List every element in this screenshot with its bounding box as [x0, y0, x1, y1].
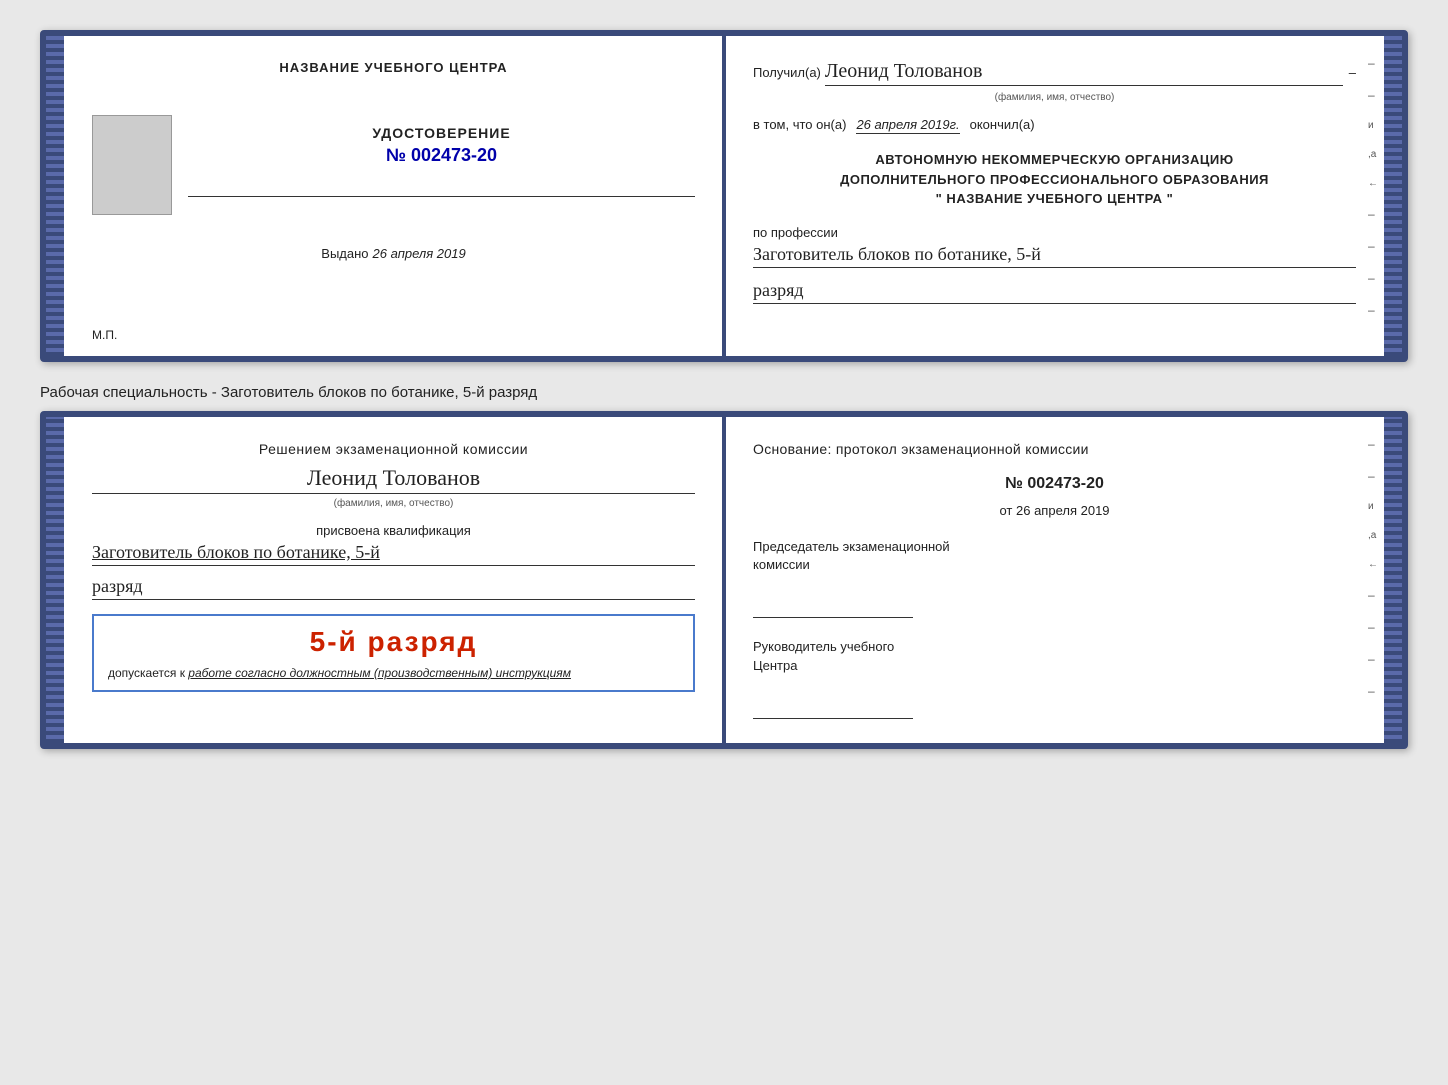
stamp-box: 5-й разряд допускается к работе согласно… [92, 614, 695, 692]
prisvoena-label: присвоена квалификация [92, 523, 695, 538]
signature-line-predsedatel [753, 598, 913, 618]
cert2-right-page: Основание: протокол экзаменационной коми… [725, 417, 1384, 743]
autonomnuyu-block: АВТОНОМНУЮ НЕКОММЕРЧЕСКУЮ ОРГАНИЗАЦИЮ ДО… [753, 150, 1356, 209]
poluchil-line: Получил(а) Леонид Толованов – [753, 60, 1356, 86]
autonomnuyu-line1: АВТОНОМНУЮ НЕКОММЕРЧЕСКУЮ ОРГАНИЗАЦИЮ [753, 150, 1356, 170]
vydano-label: Выдано [321, 246, 368, 261]
fio-subtitle-1: (фамилия, имя, отчество) [753, 92, 1356, 103]
rukovoditel-line1: Руководитель учебного [753, 639, 894, 654]
dopuskaetsya-block: допускается к работе согласно должностны… [108, 666, 679, 680]
udostoverenie-number: № 002473-20 [188, 145, 695, 166]
resheniem-title: Решением экзаменационной комиссии [92, 441, 695, 457]
dash2-6: – [1368, 684, 1378, 698]
osnovanie-title: Основание: протокол экзаменационной коми… [753, 441, 1356, 457]
ot-label: от [999, 503, 1012, 518]
photo-placeholder [92, 115, 172, 215]
vydano-block: Выдано 26 апреля 2019 [92, 245, 695, 263]
deco-right-1 [1384, 36, 1402, 356]
udostoverenie-block: УДОСТОВЕРЕНИЕ № 002473-20 [188, 125, 695, 197]
poluchil-label: Получил(а) [753, 65, 821, 80]
certificate-1: НАЗВАНИЕ УЧЕБНОГО ЦЕНТРА УДОСТОВЕРЕНИЕ №… [40, 30, 1408, 362]
fio-name-1: Леонид Толованов [825, 60, 1343, 86]
center-name-title: НАЗВАНИЕ УЧЕБНОГО ЦЕНТРА [279, 60, 507, 75]
mp-label: М.П. [92, 328, 117, 342]
po-professii-block: по профессии Заготовитель блоков по бота… [753, 225, 1356, 304]
udostoverenie-title: УДОСТОВЕРЕНИЕ [188, 125, 695, 141]
right-marks-2: – – и ,а ← – – – – [1368, 437, 1378, 698]
dash-3: – [1368, 207, 1378, 221]
vydano-row: Выдано 26 апреля 2019 [92, 245, 695, 263]
ot-date-block: от 26 апреля 2019 [753, 503, 1356, 518]
profession-text: Заготовитель блоков по ботанике, 5-й [753, 244, 1356, 268]
autonomnuyu-line2: ДОПОЛНИТЕЛЬНОГО ПРОФЕССИОНАЛЬНОГО ОБРАЗО… [753, 170, 1356, 190]
right-marks-1: – – и ,а ← – – – – [1368, 56, 1378, 317]
dopuskaetsya-label: допускается к [108, 666, 185, 680]
kvali-text: Заготовитель блоков по ботанике, 5-й [92, 542, 695, 566]
autonomnuyu-line3: " НАЗВАНИЕ УЧЕБНОГО ЦЕНТРА " [753, 189, 1356, 209]
dash2-2: – [1368, 469, 1378, 483]
vydano-date: 26 апреля 2019 [373, 246, 466, 261]
mark2-i: и [1368, 501, 1378, 512]
v-tom-line: в том, что он(а) 26 апреля 2019г. окончи… [753, 117, 1356, 134]
dopuskaetsya-italic: работе согласно должностным (производств… [188, 666, 571, 680]
ot-date: 26 апреля 2019 [1016, 503, 1110, 518]
dash2-5: – [1368, 652, 1378, 666]
mark-i: и [1368, 120, 1378, 131]
deco-left-1 [46, 36, 64, 356]
cert1-left-page: НАЗВАНИЕ УЧЕБНОГО ЦЕНТРА УДОСТОВЕРЕНИЕ №… [64, 36, 725, 356]
stamp-rank: 5-й разряд [108, 626, 679, 658]
signature-line-rukovoditel [753, 699, 913, 719]
protokol-number: № 002473-20 [753, 475, 1356, 493]
deco-left-2 [46, 417, 64, 743]
razryad-text-2: разряд [92, 576, 695, 600]
document-container: НАЗВАНИЕ УЧЕБНОГО ЦЕНТРА УДОСТОВЕРЕНИЕ №… [20, 20, 1428, 771]
mark2-a: ,а [1368, 530, 1378, 541]
specialty-text: Рабочая специальность - Заготовитель бло… [40, 374, 1408, 411]
predsedatel-label: Председатель экзаменационной комиссии [753, 538, 1356, 574]
dash-4: – [1368, 239, 1378, 253]
fio-name-2: Леонид Толованов [92, 465, 695, 494]
fio-subtitle-2: (фамилия, имя, отчество) [92, 498, 695, 509]
mark2-left: ← [1368, 559, 1378, 570]
v-tom-label: в том, что он(а) [753, 117, 846, 132]
cert2-left-page: Решением экзаменационной комиссии Леонид… [64, 417, 725, 743]
okonchil-label: окончил(а) [970, 117, 1035, 132]
v-tom-date: 26 апреля 2019г. [856, 117, 959, 134]
cert1-right-page: Получил(а) Леонид Толованов – (фамилия, … [725, 36, 1384, 356]
dash2-1: – [1368, 437, 1378, 451]
dash-6: – [1368, 303, 1378, 317]
deco-right-2 [1384, 417, 1402, 743]
certificate-2: Решением экзаменационной комиссии Леонид… [40, 411, 1408, 749]
predsedatel-line1: Председатель экзаменационной [753, 539, 950, 554]
dash-1: – [1368, 56, 1378, 70]
predsedatel-line2: комиссии [753, 557, 810, 572]
dash2-3: – [1368, 588, 1378, 602]
rukovoditel-label: Руководитель учебного Центра [753, 638, 1356, 674]
rukovoditel-line2: Центра [753, 658, 797, 673]
dash-5: – [1368, 271, 1378, 285]
mark-a: ,а [1368, 149, 1378, 160]
predsedatel-block: Председатель экзаменационной комиссии [753, 538, 1356, 618]
po-professii-label: по профессии [753, 225, 1356, 240]
mark-left: ← [1368, 178, 1378, 189]
dash-2: – [1368, 88, 1378, 102]
razryad-text-1: разряд [753, 280, 1356, 304]
dash2-4: – [1368, 620, 1378, 634]
